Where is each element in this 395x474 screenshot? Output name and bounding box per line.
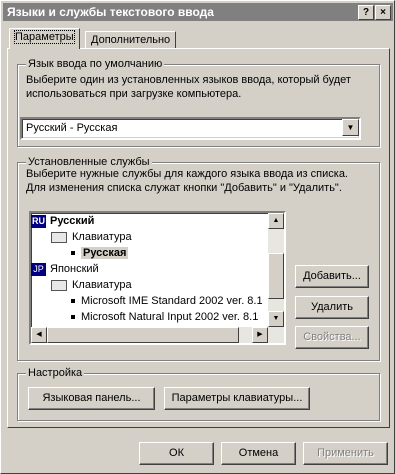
language-flag-icon: JP — [31, 262, 46, 276]
bullet-icon — [71, 251, 75, 256]
language-flag-icon: RU — [31, 214, 46, 228]
window-title: Языки и службы текстового ввода — [7, 5, 214, 19]
add-button[interactable]: Добавить... — [295, 265, 369, 288]
close-button[interactable]: × — [375, 5, 391, 20]
tree-vertical-scrollbar[interactable]: ▲ ▼ — [268, 213, 284, 343]
bullet-icon — [71, 299, 75, 304]
settings-legend: Настройка — [26, 367, 85, 379]
scroll-down-icon[interactable]: ▼ — [268, 311, 284, 327]
scroll-right-icon[interactable]: ▶ — [252, 327, 268, 343]
title-bar: Языки и службы текстового ввода ? × — [3, 3, 393, 21]
tab-panel: Язык ввода по умолчанию Выберите один из… — [7, 48, 390, 428]
dialog-window: Языки и службы текстового ввода ? × Пара… — [0, 0, 395, 474]
installed-services-group: Установленные службы Выберите нужные слу… — [17, 156, 380, 361]
tree-item-japanese[interactable]: JP Японский — [31, 261, 99, 277]
properties-button[interactable]: Свойства... — [295, 326, 369, 349]
default-language-value: Русский - Русская — [26, 122, 118, 134]
tree-item-keyboard[interactable]: Клавиатура — [51, 277, 132, 293]
default-language-select[interactable]: Русский - Русская ▼ — [20, 117, 361, 140]
tree-item-ime-standard[interactable]: Microsoft IME Standard 2002 ver. 8.1 — [71, 293, 263, 309]
bullet-icon — [71, 315, 75, 320]
scroll-thumb[interactable] — [268, 253, 284, 299]
chevron-down-icon[interactable]: ▼ — [342, 119, 359, 136]
services-tree[interactable]: RU Русский Клавиатура Русская JP Японский … — [29, 211, 286, 345]
remove-button[interactable]: Удалить — [295, 296, 369, 319]
default-language-legend: Язык ввода по умолчанию — [26, 58, 165, 70]
scroll-up-icon[interactable]: ▲ — [268, 213, 284, 229]
apply-button[interactable]: Применить — [303, 442, 388, 465]
tree-item-russian-layout[interactable]: Русская — [71, 245, 129, 261]
default-language-description: Выберите один из установленных языков вв… — [26, 74, 351, 100]
tree-item-keyboard[interactable]: Клавиатура — [51, 229, 132, 245]
help-button[interactable]: ? — [358, 5, 374, 20]
keyboard-icon — [51, 231, 67, 243]
cancel-button[interactable]: Отмена — [221, 442, 296, 465]
tree-item-natural-input[interactable]: Microsoft Natural Input 2002 ver. 8.1 — [71, 309, 258, 325]
ok-button[interactable]: ОК — [139, 442, 214, 465]
settings-group: Настройка Языковая панель... Параметры к… — [17, 367, 380, 421]
tab-advanced[interactable]: Дополнительно — [85, 31, 177, 49]
keyboard-icon — [51, 279, 67, 291]
scroll-thumb[interactable] — [47, 327, 239, 343]
keyboard-settings-button[interactable]: Параметры клавиатуры... — [164, 387, 310, 410]
tree-item-russian[interactable]: RU Русский — [31, 213, 94, 229]
tab-parameters[interactable]: Параметры — [9, 28, 80, 49]
installed-services-description: Выберите нужные службы для каждого языка… — [26, 168, 348, 194]
scroll-left-icon[interactable]: ◀ — [31, 327, 47, 343]
tree-horizontal-scrollbar[interactable]: ◀ ▶ — [31, 327, 268, 343]
language-bar-button[interactable]: Языковая панель... — [28, 387, 155, 410]
